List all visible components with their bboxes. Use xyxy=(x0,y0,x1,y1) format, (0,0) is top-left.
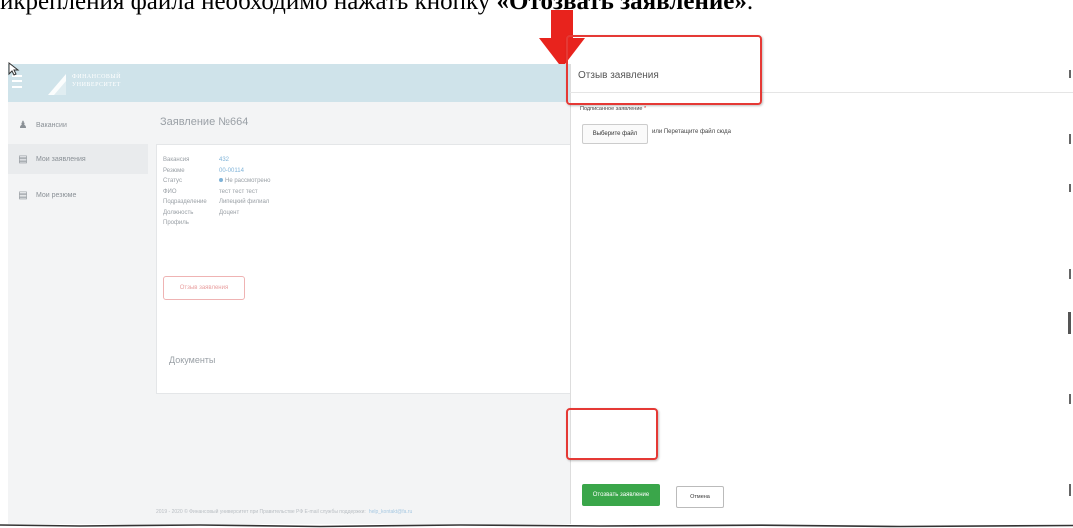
documents-heading: Документы xyxy=(169,355,216,365)
application-card: Вакансия 432 Резюме 00-00114 Статус Не расс… xyxy=(156,144,572,394)
signed-application-label: Подписанное заявление * xyxy=(580,106,647,112)
submit-button-highlight xyxy=(566,408,658,460)
withdraw-application-button[interactable]: Отзыв заявления xyxy=(163,276,245,300)
document-text-line: икрепления файла необходимо нажать кнопк… xyxy=(0,0,753,22)
mouse-cursor-icon xyxy=(8,62,20,76)
sidebar-item-my-resumes[interactable]: ▤ Мои резюме xyxy=(8,180,148,210)
status-badge: Не рассмотрено xyxy=(225,178,271,184)
document-icon: ▤ xyxy=(18,189,28,201)
detail-row: Резюме 00-00114 xyxy=(163,166,270,177)
withdraw-submit-button[interactable]: Отозвать заявление xyxy=(582,484,660,506)
resume-link[interactable]: 00-00114 xyxy=(219,166,244,177)
file-upload-highlight xyxy=(566,35,762,105)
logo-text: ФИНАНСОВЫЙ УНИВЕРСИТЕТ xyxy=(72,74,121,88)
footer-text: 2019 - 2020 © Финансовый университет при… xyxy=(156,509,366,515)
detail-row: ФИО тест тест тест xyxy=(163,188,258,195)
sidebar-item-label: Вакансии xyxy=(36,121,67,129)
vacancy-link[interactable]: 432 xyxy=(219,155,229,166)
main-content: Заявление №664 Вакансия 432 Резюме 00-0011… xyxy=(148,102,572,524)
app-screenshot: ФИНАНСОВЫЙ УНИВЕРСИТЕТ ♟ Вакансии ▤ Мои … xyxy=(8,64,1073,524)
scan-edge-marks xyxy=(1068,70,1071,496)
web-app: ФИНАНСОВЫЙ УНИВЕРСИТЕТ ♟ Вакансии ▤ Мои … xyxy=(8,64,572,524)
detail-row: Подразделение Липецкий филиал xyxy=(163,199,270,205)
detail-row: Профиль xyxy=(163,220,189,226)
sidebar-item-my-applications[interactable]: ▤ Мои заявления xyxy=(8,144,148,174)
sidebar-item-vacancies[interactable]: ♟ Вакансии xyxy=(8,110,148,140)
document-text: икрепления файла необходимо нажать кнопк… xyxy=(0,0,497,15)
sidebar-item-label: Мои резюме xyxy=(36,191,77,199)
sidebar-item-label: Мои заявления xyxy=(36,155,86,163)
university-logo-icon xyxy=(48,74,66,95)
status-dot-icon xyxy=(219,178,223,183)
sidebar: ♟ Вакансии ▤ Мои заявления ▤ Мои резюме xyxy=(8,102,148,524)
drag-file-hint[interactable]: или Перетащите файл сюда xyxy=(652,129,731,135)
app-header: ФИНАНСОВЫЙ УНИВЕРСИТЕТ xyxy=(8,64,570,102)
required-mark: * xyxy=(644,106,647,112)
hamburger-menu-icon[interactable] xyxy=(12,75,22,88)
detail-row: Статус Не рассмотрено xyxy=(163,178,271,184)
scan-edge-decoration xyxy=(0,524,1073,528)
page-title: Заявление №664 xyxy=(160,116,249,128)
support-email-link[interactable]: help_kontakt@fa.ru xyxy=(369,509,412,515)
document-text-tail: . xyxy=(746,0,754,15)
detail-row: Вакансия 432 xyxy=(163,155,270,166)
document-icon: ▤ xyxy=(18,153,28,165)
choose-file-button[interactable]: Выберите файл xyxy=(582,124,648,144)
detail-row: Должность Доцент xyxy=(163,209,240,216)
application-details: Вакансия 432 Резюме 00-00114 Статус Не расс… xyxy=(163,155,270,229)
document-text-bold: «Отозвать заявление» xyxy=(496,0,747,15)
cancel-button[interactable]: Отмена xyxy=(676,486,724,508)
footer: 2019 - 2020 © Финансовый университет при… xyxy=(148,500,570,524)
people-icon: ♟ xyxy=(18,119,28,131)
